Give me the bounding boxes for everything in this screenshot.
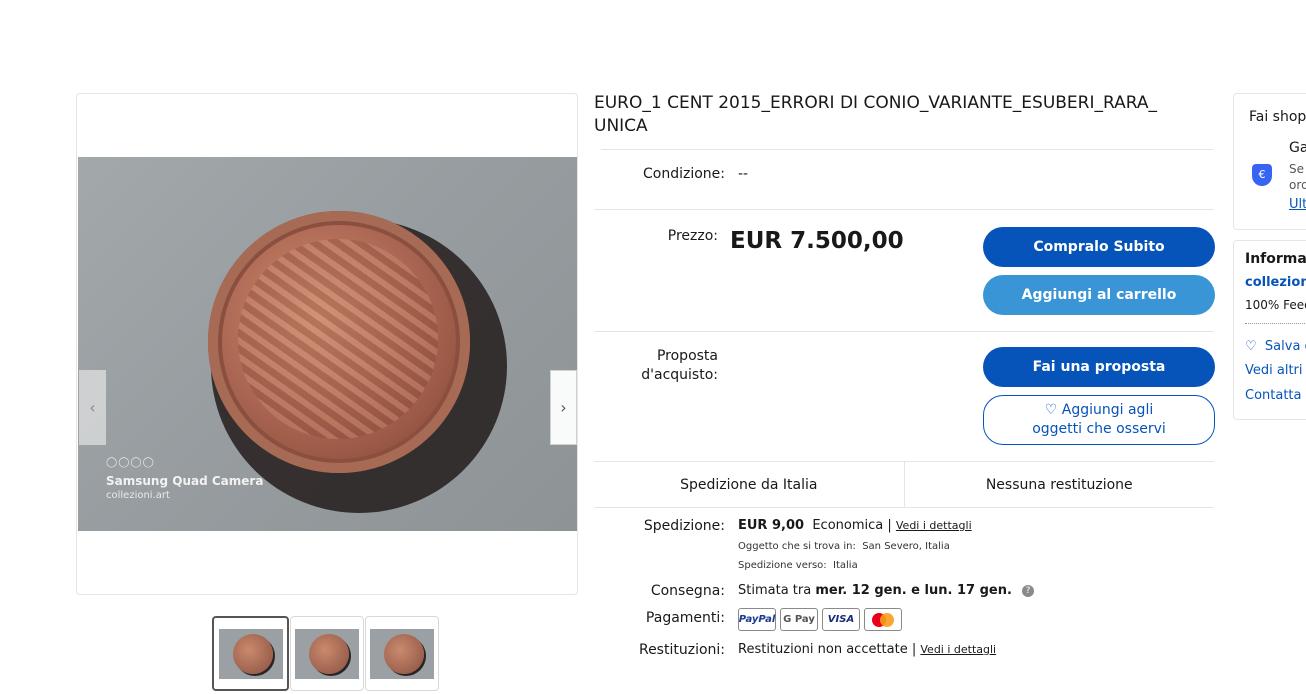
watchlist-line1: ♡ Aggiungi agli (1045, 401, 1153, 420)
seller-header: Informa (1245, 251, 1306, 267)
thumbnail-image (218, 628, 283, 679)
make-offer-button[interactable]: Fai una proposta (983, 347, 1215, 387)
see-other-items-link[interactable]: Vedi altri o (1245, 363, 1306, 378)
ships-to-label: Spedizione verso: (738, 560, 827, 571)
buy-now-button[interactable]: Compralo Subito (983, 227, 1215, 267)
guarantee-line2: ord (1289, 178, 1306, 192)
heart-icon: ♡ (1044, 402, 1058, 418)
delivery-dates: mer. 12 gen. e lun. 17 gen. (815, 583, 1012, 598)
google-pay-icon: G Pay (780, 608, 818, 631)
save-seller-link[interactable]: ♡ Salva c (1245, 339, 1306, 354)
return-policy-summary: Nessuna restituzione (903, 462, 1215, 507)
title-divider (601, 149, 1213, 150)
seller-name-link[interactable]: collezioni (1245, 275, 1306, 290)
coin-relief (238, 239, 438, 439)
offer-label-line2: d'acquisto: (641, 367, 718, 383)
shipping-service: Economica (812, 518, 884, 533)
add-to-cart-button[interactable]: Aggiungi al carrello (983, 275, 1215, 315)
summary-bar: Spedizione da Italia Nessuna restituzion… (594, 461, 1214, 508)
seller-feedback: 100% Feed (1245, 298, 1306, 312)
next-photo-button[interactable]: › (550, 370, 577, 445)
shipping-origin: Spedizione da Italia (680, 476, 818, 493)
item-location: San Severo, Italia (862, 541, 950, 552)
returns-label: Restituzioni: (638, 642, 725, 658)
mastercard-icon (864, 608, 902, 631)
guarantee-line1: Se (1289, 162, 1304, 176)
ships-to-line: Spedizione verso: Italia (738, 560, 858, 571)
thumbnail-strip (212, 616, 440, 691)
contact-seller-link[interactable]: Contatta i (1245, 388, 1306, 403)
coin-image (208, 211, 470, 473)
delivery-line: Stimata tra mer. 12 gen. e lun. 17 gen. … (738, 583, 1035, 598)
add-to-watchlist-button[interactable]: ♡ Aggiungi agli oggetti che osservi (983, 395, 1215, 445)
listing-title: EURO_1 CENT 2015_ERRORI DI CONIO_VARIANT… (594, 93, 1158, 136)
divider (1245, 323, 1306, 324)
chevron-right-icon: › (560, 398, 567, 417)
shop-confidence-panel: Fai shop € Ga Se ord Ult (1233, 93, 1306, 230)
save-seller-text: Salva c (1264, 339, 1306, 354)
camera-watermark-dots: ◯◯◯◯ (106, 457, 155, 468)
shipping-details-link[interactable]: Vedi i dettagli (896, 519, 972, 532)
returns-value: Restituzioni non accettate (738, 642, 908, 657)
thumbnail-image (370, 628, 434, 679)
shipping-price: EUR 9,00 (738, 518, 805, 533)
delivery-label: Consegna: (650, 583, 725, 599)
heart-icon: ♡ (1245, 339, 1257, 354)
money-back-guarantee-icon: € (1252, 164, 1272, 186)
help-icon[interactable]: ? (1022, 585, 1035, 597)
returns-line: Restituzioni non accettate | Vedi i dett… (738, 642, 997, 657)
divider (594, 209, 1214, 210)
delivery-prefix: Stimata tra (738, 583, 812, 598)
payments-label: Pagamenti: (645, 610, 725, 626)
returns-details-link[interactable]: Vedi i dettagli (920, 643, 996, 656)
thumbnail-2[interactable] (290, 616, 364, 691)
offer-label-line1: Proposta (656, 348, 718, 364)
divider (594, 331, 1214, 332)
thumbnail-image (295, 628, 359, 679)
paypal-icon: PayPal (738, 608, 776, 631)
guarantee-title: Ga (1289, 140, 1306, 156)
main-product-photo[interactable]: ◯◯◯◯ Samsung Quad Camera collezioni.art … (78, 157, 577, 531)
shipping-line: EUR 9,00 Economica | Vedi i dettagli (738, 518, 972, 533)
image-gallery: ◯◯◯◯ Samsung Quad Camera collezioni.art … (76, 93, 578, 595)
watchlist-text2: oggetti che osservi (1032, 421, 1166, 437)
guarantee-link[interactable]: Ult (1289, 197, 1306, 212)
offer-label: Proposta d'acquisto: (600, 347, 718, 385)
price-label: Prezzo: (667, 228, 718, 244)
shop-title: Fai shop (1249, 109, 1306, 125)
item-location-label: Oggetto che si trova in: (738, 541, 856, 552)
condition-label: Condizione: (643, 166, 725, 182)
ships-to: Italia (833, 560, 858, 571)
thumbnail-3[interactable] (365, 616, 439, 691)
camera-watermark-title: Samsung Quad Camera (106, 474, 264, 488)
visa-icon: VISA (822, 608, 860, 631)
chevron-left-icon: ‹ (89, 398, 96, 417)
previous-photo-button[interactable]: ‹ (79, 370, 106, 445)
seller-info-panel: Informa collezioni 100% Feed ♡ Salva c V… (1233, 240, 1306, 420)
price-value: EUR 7.500,00 (730, 228, 904, 254)
camera-watermark-sub: collezioni.art (106, 490, 170, 501)
watchlist-text1: Aggiungi agli (1061, 402, 1154, 418)
shipping-label: Spedizione: (643, 518, 725, 534)
item-location-line: Oggetto che si trova in: San Severo, Ita… (738, 541, 950, 552)
condition-value: -- (738, 166, 749, 182)
thumbnail-1[interactable] (212, 616, 289, 691)
